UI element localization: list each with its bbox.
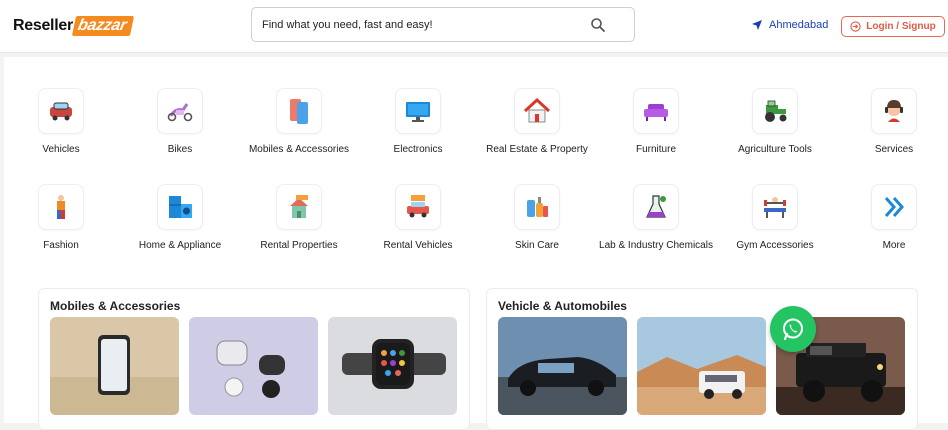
sofa-icon — [644, 104, 668, 121]
appliance-icon — [169, 196, 192, 218]
category-rental-properties[interactable]: Rental Properties — [240, 184, 358, 252]
monitor-icon — [406, 102, 430, 122]
login-signup-button[interactable]: Login / Signup — [841, 16, 945, 37]
mobiles-accessories-panel: Mobiles & Accessories — [38, 288, 470, 430]
category-lab-chemicals[interactable]: Lab & Industry Chemicals — [597, 184, 715, 252]
sedan-photo — [498, 317, 627, 415]
smartwatch-photo — [328, 317, 457, 415]
fashion-icon — [57, 195, 65, 219]
vehicle-automobiles-panel: Vehicle & Automobiles — [486, 288, 918, 430]
panel-title: Vehicle & Automobiles — [498, 299, 627, 313]
category-gym-accessories[interactable]: Gym Accessories — [716, 184, 834, 252]
login-icon — [850, 21, 861, 32]
category-label: More — [882, 240, 906, 251]
category-label: Mobiles & Accessories — [248, 144, 350, 155]
search-box — [251, 7, 635, 42]
logo-text-reseller: Reseller — [13, 17, 73, 34]
category-electronics[interactable]: Electronics — [359, 88, 477, 156]
gym-icon — [764, 197, 786, 218]
category-label: Furniture — [635, 144, 676, 155]
category-home-appliance[interactable]: Home & Appliance — [121, 184, 239, 252]
logo[interactable]: Reseller bazzar — [13, 15, 135, 37]
category-label: Rental Properties — [260, 240, 338, 251]
category-agriculture-tools[interactable]: Agriculture Tools — [716, 88, 834, 156]
house-icon — [523, 97, 551, 123]
category-label: Services — [874, 144, 914, 155]
category-label: Home & Appliance — [138, 240, 222, 251]
headset-icon — [885, 100, 903, 122]
chevron-double-right-icon — [884, 197, 905, 217]
category-more[interactable]: More — [835, 184, 948, 252]
product-image-sedan[interactable] — [498, 317, 627, 415]
whatsapp-icon — [783, 318, 803, 341]
product-image-earbuds[interactable] — [189, 317, 318, 415]
whatsapp-chat-button[interactable] — [770, 306, 816, 352]
category-label: Real Estate & Property — [486, 144, 588, 155]
header: Reseller bazzar Ahmedabad Login / Signup — [0, 0, 948, 53]
suv-photo — [637, 317, 766, 415]
category-furniture[interactable]: Furniture — [597, 88, 715, 156]
lab-icon — [646, 195, 666, 218]
phone-photo — [50, 317, 179, 415]
category-label: Gym Accessories — [736, 240, 814, 251]
category-label: Agriculture Tools — [738, 144, 812, 155]
location-selector[interactable]: Ahmedabad — [751, 19, 828, 31]
category-rental-vehicles[interactable]: Rental Vehicles — [359, 184, 477, 252]
location-arrow-icon — [752, 20, 762, 30]
category-label: Vehicles — [42, 144, 80, 155]
search-icon[interactable] — [590, 17, 606, 33]
mobile-icon — [290, 99, 308, 124]
panel-title: Mobiles & Accessories — [50, 299, 181, 313]
category-skin-care[interactable]: Skin Care — [478, 184, 596, 252]
category-label: Electronics — [393, 144, 443, 155]
category-fashion[interactable]: Fashion — [2, 184, 120, 252]
category-mobiles-accessories[interactable]: Mobiles & Accessories — [240, 88, 358, 156]
product-image-suv[interactable] — [637, 317, 766, 415]
category-real-estate[interactable]: Real Estate & Property — [478, 88, 596, 156]
earbuds-photo — [189, 317, 318, 415]
category-bikes[interactable]: Bikes — [121, 88, 239, 156]
category-services[interactable]: Services — [835, 88, 948, 156]
category-vehicles[interactable]: Vehicles — [2, 88, 120, 156]
scooter-icon — [167, 103, 193, 122]
skincare-icon — [527, 197, 548, 217]
tractor-icon — [765, 100, 787, 122]
location-label: Ahmedabad — [769, 19, 829, 31]
category-label: Bikes — [167, 144, 193, 155]
logo-text-bazzar: bazzar — [71, 16, 135, 36]
product-image-smartwatch[interactable] — [328, 317, 457, 415]
category-label: Fashion — [43, 240, 79, 251]
search-input[interactable] — [262, 16, 582, 34]
rental-vehicle-icon — [407, 195, 429, 218]
category-label: Rental Vehicles — [383, 240, 453, 251]
car-icon — [50, 102, 72, 121]
category-label: Lab & Industry Chemicals — [599, 240, 713, 251]
rental-property-icon — [290, 195, 308, 218]
category-label: Skin Care — [515, 240, 559, 251]
login-label: Login / Signup — [866, 21, 936, 32]
product-image-phone[interactable] — [50, 317, 179, 415]
